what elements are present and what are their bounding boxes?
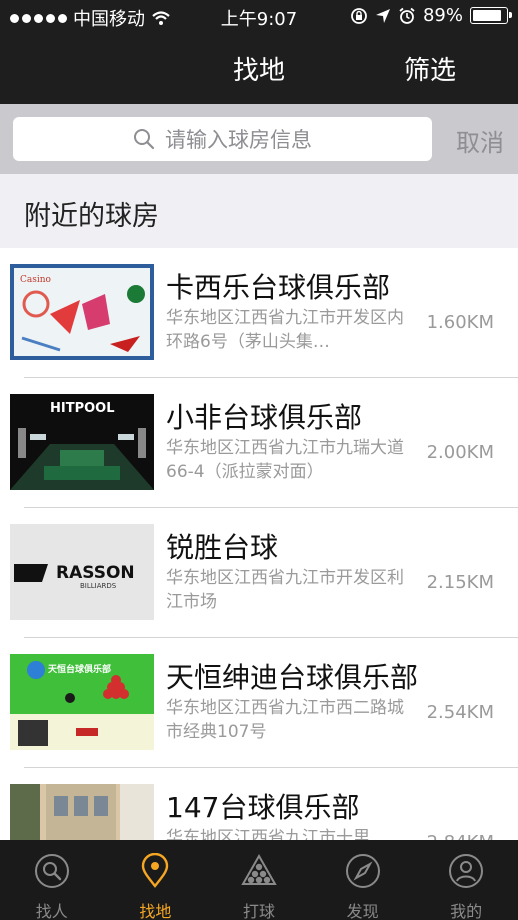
venue-row[interactable]: 天恒台球俱乐部 天恒绅迪台球俱乐部 华东地区江西省九江市西二路城市经典107号 … [0, 638, 518, 768]
location-pin-icon [142, 853, 169, 888]
svg-text:天恒台球俱乐部: 天恒台球俱乐部 [48, 663, 111, 675]
section-header: 附近的球房 [0, 174, 518, 248]
venue-row[interactable]: HITPOOL 小非台球俱乐部 华东地区江西省九江市九瑞大道66-4（派拉蒙对面… [0, 378, 518, 508]
venue-thumbnail: RASSON BILLIARDS [10, 524, 154, 620]
venue-thumbnail: HITPOOL [10, 394, 154, 490]
tab-label: 打球 [242, 902, 275, 920]
venue-distance: 1.60KM [426, 312, 494, 333]
tab-find-place[interactable]: 找地 [104, 840, 208, 920]
venue-address: 华东地区江西省九江市九瑞大道66-4（派拉蒙对面） [166, 438, 404, 482]
venue-distance: 2.84KM [427, 832, 494, 840]
section-title: 附近的球房 [24, 201, 159, 232]
venue-list[interactable]: Casino 卡西乐台球俱乐部 华东地区江西省九江市开发区内环路6号（茅山头集…… [0, 248, 518, 840]
search-input[interactable]: 请输入球房信息 [13, 117, 432, 161]
svg-text:RASSON: RASSON [56, 563, 135, 583]
search-icon [34, 854, 69, 888]
cancel-button[interactable]: 取消 [456, 123, 504, 158]
venue-address: 华东地区江西省九江市西二路城市经典107号 [166, 698, 404, 742]
venue-address: 华东地区江西省九江市开发区内环路6号（茅山头集… [166, 308, 404, 352]
venue-name: 天恒绅迪台球俱乐部 [166, 661, 419, 694]
billiard-rack-icon [241, 853, 277, 885]
venue-thumbnail [10, 784, 154, 840]
compass-icon [345, 854, 380, 888]
filter-button[interactable]: 筛选 [404, 50, 456, 87]
tab-label: 找人 [35, 902, 68, 920]
status-right: 89% [350, 5, 512, 26]
venue-name: 147台球俱乐部 [166, 791, 360, 824]
tab-discover[interactable]: 发现 [311, 840, 415, 920]
tab-play[interactable]: 打球 [207, 840, 311, 920]
tab-find-people[interactable]: 找人 [0, 840, 104, 920]
venue-name: 小非台球俱乐部 [166, 401, 363, 434]
search-bar: 请输入球房信息 取消 [0, 104, 518, 174]
nav-bar: 找地 筛选 [0, 32, 518, 104]
venue-name: 卡西乐台球俱乐部 [166, 271, 391, 304]
venue-distance: 2.54KM [426, 702, 494, 723]
svg-text:Casino: Casino [20, 275, 51, 285]
search-placeholder: 请输入球房信息 [165, 128, 312, 152]
venue-address: 华东地区江西省九江市开发区利江市场 [166, 568, 404, 612]
alarm-icon [399, 7, 415, 24]
svg-text:BILLIARDS: BILLIARDS [80, 582, 117, 590]
user-icon [449, 854, 484, 888]
search-icon [134, 129, 155, 150]
venue-row[interactable]: Casino 卡西乐台球俱乐部 华东地区江西省九江市开发区内环路6号（茅山头集…… [0, 248, 518, 378]
tab-me[interactable]: 我的 [414, 840, 518, 920]
orientation-lock-icon [351, 7, 367, 24]
venue-distance: 2.00KM [426, 442, 494, 463]
location-arrow-icon [375, 8, 390, 23]
venue-thumbnail: 天恒台球俱乐部 [10, 654, 154, 750]
battery-percent: 89% [422, 5, 463, 26]
venue-thumbnail: Casino [10, 264, 154, 360]
svg-text:HITPOOL: HITPOOL [50, 401, 115, 416]
venue-address: 华东地区江西省九江市十里 [166, 828, 370, 840]
tab-label: 找地 [139, 902, 172, 920]
venue-name: 锐胜台球 [166, 531, 279, 564]
venue-row[interactable]: RASSON BILLIARDS 锐胜台球 华东地区江西省九江市开发区利江市场 … [0, 508, 518, 638]
venue-row[interactable]: 147台球俱乐部 华东地区江西省九江市十里 2.84KM [0, 768, 518, 840]
tab-label: 发现 [346, 902, 379, 920]
tab-bar: 找人 找地 打球 发现 我的 [0, 840, 518, 920]
battery-icon [470, 7, 512, 24]
venue-distance: 2.15KM [426, 572, 494, 593]
status-bar: 中国移动 上午9:07 89% [0, 0, 518, 32]
tab-label: 我的 [450, 902, 483, 920]
